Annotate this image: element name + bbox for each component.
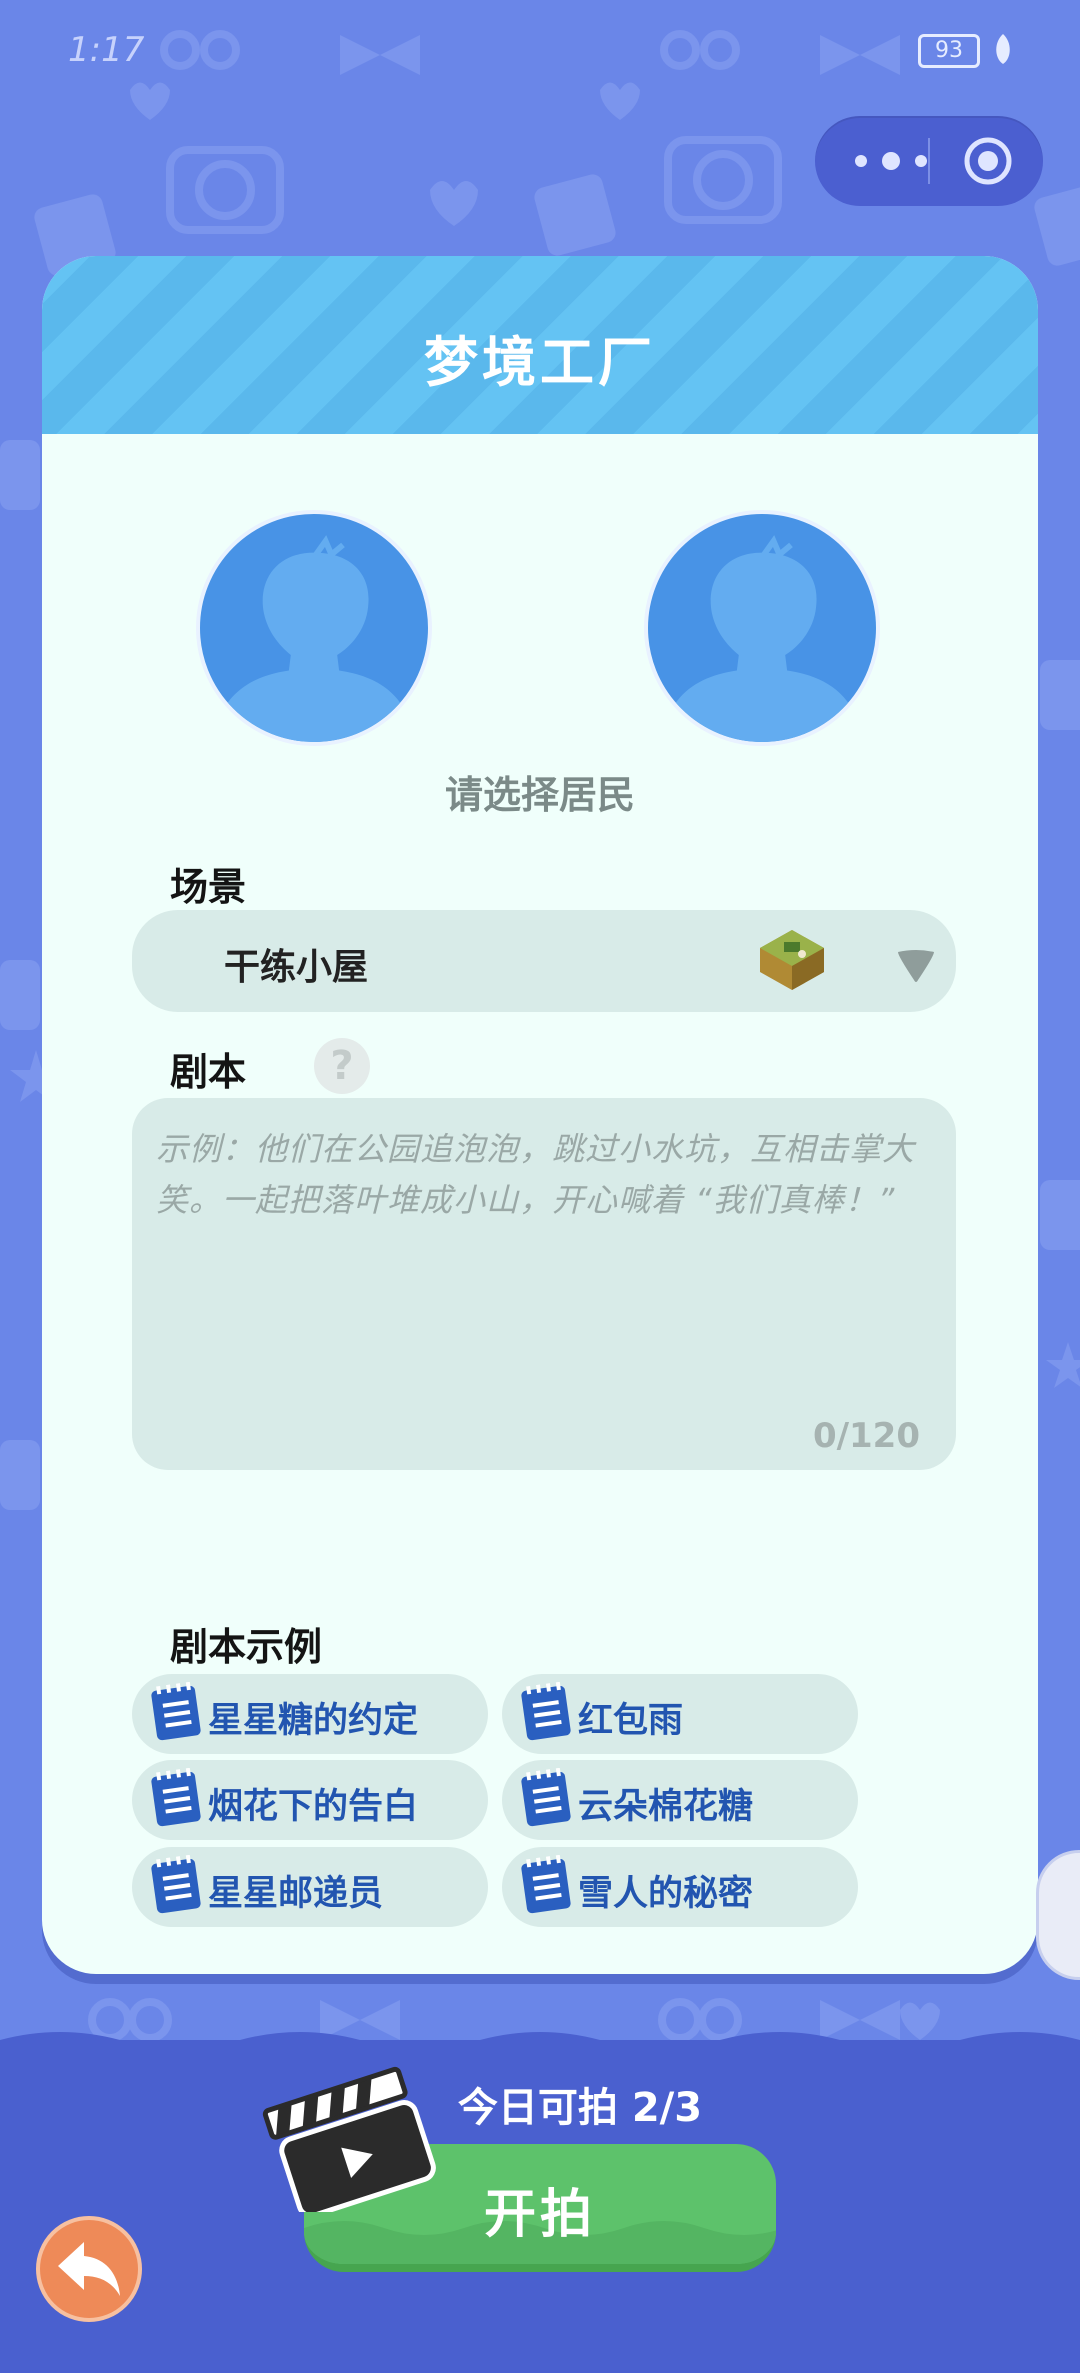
person-placeholder-icon	[659, 535, 865, 742]
example-label: 烟花下的告白	[208, 1787, 419, 1827]
resident-slot-2[interactable]	[644, 510, 880, 746]
back-button[interactable]	[36, 2216, 142, 2322]
example-chip[interactable]: 星星糖的约定	[132, 1674, 488, 1754]
person-placeholder-icon	[211, 535, 417, 742]
wave-divider	[0, 2032, 1080, 2058]
clapperboard-icon	[262, 2066, 436, 2212]
dream-factory-card: 梦境工厂 请选择居民 场景 干练小屋 剧本 ? 示例：他们在公园追泡泡，跳过小水…	[42, 256, 1038, 1974]
scene-selector[interactable]: 干练小屋	[132, 910, 956, 1012]
capsule-divider	[928, 138, 930, 184]
script-book-icon	[151, 1682, 201, 1741]
example-label: 红包雨	[578, 1701, 684, 1741]
card-header: 梦境工厂	[42, 256, 1038, 434]
examples-label: 剧本示例	[170, 1625, 323, 1669]
character-counter: 0/120	[812, 1416, 920, 1456]
miniprogram-capsule	[815, 116, 1043, 206]
example-chip[interactable]: 云朵棉花糖	[502, 1760, 858, 1840]
script-book-icon	[521, 1682, 571, 1741]
script-book-icon	[521, 1855, 571, 1914]
menu-dots-icon[interactable]	[851, 152, 951, 170]
example-label: 星星邮递员	[208, 1874, 384, 1914]
scene-label: 场景	[170, 865, 247, 909]
status-time: 1:17	[68, 30, 145, 70]
card-title: 梦境工厂	[424, 331, 656, 394]
script-book-icon	[521, 1768, 571, 1827]
leaf-icon	[996, 34, 1010, 64]
resident-slot-1[interactable]	[196, 510, 432, 746]
script-label: 剧本	[170, 1050, 247, 1094]
daily-quota: 今日可拍 2/3	[457, 2085, 703, 2131]
help-icon[interactable]: ?	[314, 1038, 370, 1094]
dropdown-triangle-icon[interactable]	[894, 946, 938, 986]
back-arrow-icon	[58, 2242, 120, 2296]
script-book-icon	[151, 1768, 201, 1827]
example-chip[interactable]: 雪人的秘密	[502, 1847, 858, 1927]
example-label: 星星糖的约定	[208, 1701, 419, 1741]
floating-avatar[interactable]	[1036, 1850, 1080, 1980]
scene-thumbnail	[760, 930, 824, 990]
example-label: 云朵棉花糖	[578, 1787, 754, 1827]
battery-indicator: 93	[918, 34, 980, 68]
target-icon[interactable]	[963, 136, 1013, 186]
script-book-icon	[151, 1855, 201, 1914]
script-placeholder: 示例：他们在公园追泡泡，跳过小水坑，互相击掌大笑。一起把落叶堆成小山，开心喊着 …	[156, 1130, 916, 1219]
example-chip[interactable]: 烟花下的告白	[132, 1760, 488, 1840]
status-bar: 1:17 93	[0, 30, 1080, 74]
example-chip[interactable]: 红包雨	[502, 1674, 858, 1754]
select-resident-hint: 请选择居民	[444, 773, 635, 817]
example-chip[interactable]: 星星邮递员	[132, 1847, 488, 1927]
script-input[interactable]: 示例：他们在公园追泡泡，跳过小水坑，互相击掌大笑。一起把落叶堆成小山，开心喊着 …	[132, 1098, 956, 1470]
scene-value: 干练小屋	[224, 947, 369, 988]
example-label: 雪人的秘密	[578, 1874, 754, 1914]
